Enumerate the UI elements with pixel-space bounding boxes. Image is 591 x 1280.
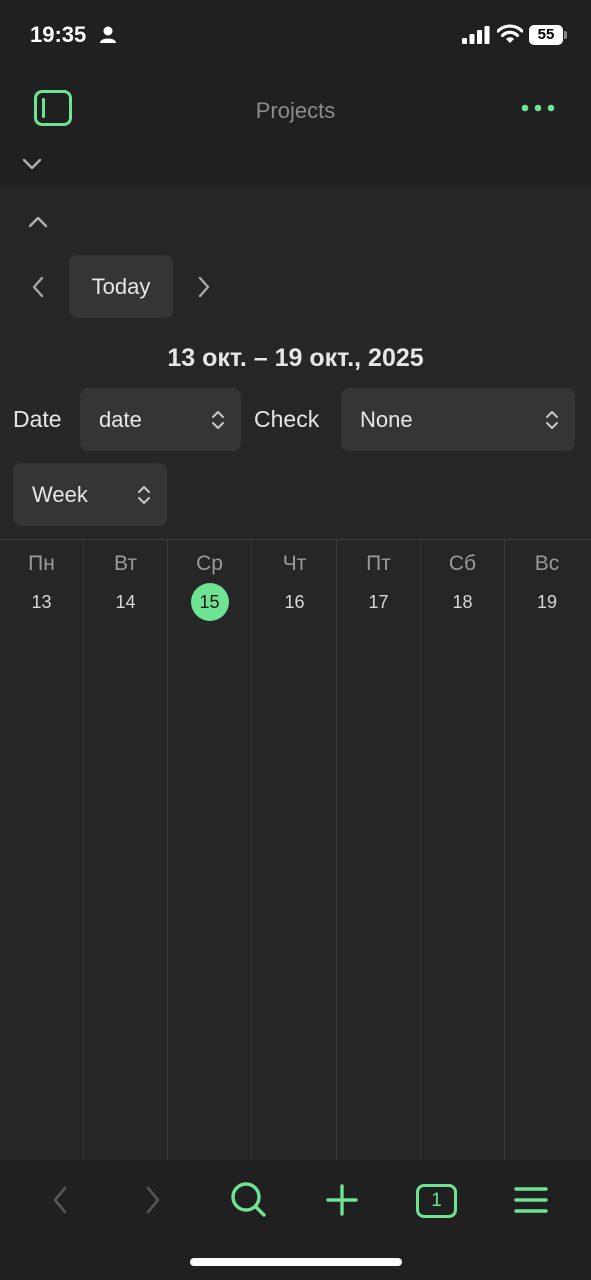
day-column-wed[interactable]: Ср 15 (168, 540, 252, 1160)
menu-icon[interactable] (509, 1180, 553, 1220)
tabs-count-button[interactable]: 1 (416, 1184, 457, 1218)
date-filter-label: Date (13, 406, 62, 432)
view-mode-value: Week (32, 482, 88, 507)
app-header: Projects (0, 72, 591, 186)
back-arrow-icon[interactable] (38, 1180, 82, 1220)
day-column-tue[interactable]: Вт 14 (84, 540, 168, 1160)
day-number: 18 (452, 592, 473, 612)
bottom-toolbar: 1 (0, 1160, 591, 1280)
date-range-title: 13 окт. – 19 окт., 2025 (167, 344, 424, 372)
day-name: Чт (282, 552, 307, 575)
day-name: Ср (196, 552, 223, 575)
chevron-up-down-icon (546, 411, 558, 429)
day-name: Сб (448, 552, 477, 575)
forward-arrow-icon[interactable] (131, 1180, 175, 1220)
page-title: Projects (255, 98, 336, 123)
day-column-sat[interactable]: Сб 18 (421, 540, 505, 1160)
battery-cap (564, 31, 567, 39)
chevron-up-down-icon (138, 486, 150, 504)
previous-week-button[interactable] (24, 272, 52, 302)
day-name: Вт (114, 552, 137, 575)
day-number: 17 (368, 592, 389, 612)
chevron-up-icon[interactable] (26, 210, 50, 234)
check-field-select[interactable]: None (341, 388, 575, 451)
day-column-thu[interactable]: Чт 16 (253, 540, 337, 1160)
chevron-up-down-icon (212, 411, 224, 429)
day-name: Пн (28, 552, 55, 575)
day-number: 13 (31, 592, 52, 612)
check-field-value: None (360, 407, 413, 432)
day-number: 16 (284, 592, 305, 612)
battery-icon: 55 (529, 25, 563, 45)
home-indicator (190, 1258, 402, 1266)
date-field-select[interactable]: date (80, 388, 241, 451)
today-button[interactable]: Today (69, 255, 173, 318)
wifi-icon (497, 24, 523, 43)
signal-icon (462, 26, 490, 44)
calendar-view: Today 13 окт. – 19 окт., 2025 Date date … (0, 186, 591, 1160)
date-field-value: date (99, 407, 142, 432)
day-number: 19 (536, 592, 558, 612)
view-mode-select[interactable]: Week (13, 463, 167, 526)
day-name: Вс (534, 552, 560, 575)
person-icon (100, 26, 116, 43)
next-week-button[interactable] (190, 272, 218, 302)
day-column-fri[interactable]: Пт 17 (337, 540, 421, 1160)
status-time: 19:35 (30, 22, 87, 47)
add-icon[interactable] (320, 1180, 364, 1220)
search-icon[interactable] (226, 1180, 270, 1220)
day-column-mon[interactable]: Пн 13 (0, 540, 84, 1160)
more-options-icon[interactable] (518, 94, 558, 122)
day-column-sun[interactable]: Вс 19 (505, 540, 589, 1160)
day-name: Пт (366, 552, 391, 575)
check-filter-label: Check (254, 406, 320, 432)
day-number: 14 (115, 592, 136, 612)
today-badge: 15 (190, 583, 229, 621)
chevron-down-icon[interactable] (20, 152, 44, 176)
status-bar: 19:35 55 (0, 0, 591, 72)
today-day-number: 15 (168, 583, 251, 621)
